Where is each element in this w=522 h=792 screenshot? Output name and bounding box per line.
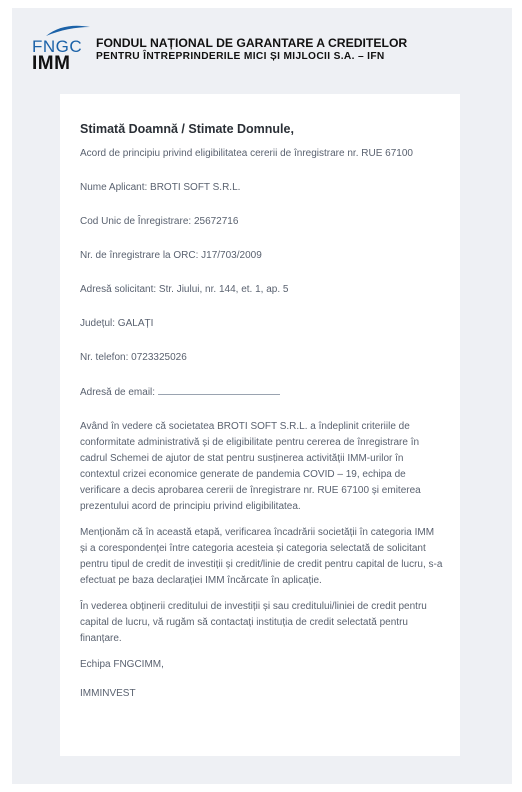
- org-name-line1: FONDUL NAȚIONAL DE GARANTARE A CREDITELO…: [96, 36, 408, 50]
- logo-swoosh-icon: [46, 25, 90, 36]
- signature-program: IMMINVEST: [80, 688, 136, 699]
- paragraph-approval: Având în vedere că societatea BROTI SOFT…: [80, 421, 421, 512]
- applicant-county: Județul: GALAȚI: [80, 318, 154, 329]
- logo-imm-text: IMM: [32, 53, 71, 74]
- applicant-name: Nume Aplicant: BROTI SOFT S.R.L.: [80, 182, 241, 193]
- letterhead: FNGC IMM FONDUL NAȚIONAL DE GARANTARE A …: [26, 22, 504, 74]
- organization-name: FONDUL NAȚIONAL DE GARANTARE A CREDITELO…: [96, 37, 506, 63]
- fngc-logo: FNGC IMM: [32, 24, 106, 74]
- applicant-email: Adresă de email:: [80, 384, 444, 400]
- email-label: Adresă de email:: [80, 387, 156, 398]
- paragraph-verification: Menționăm că în această etapă, verificar…: [80, 527, 443, 586]
- letter-card: Stimată Doamnă / Stimate Domnule, Acord …: [60, 94, 460, 756]
- org-name-line2: PENTRU ÎNTREPRINDERILE MICI ȘI MIJLOCII …: [96, 51, 385, 62]
- letter-body: Stimată Doamnă / Stimate Domnule, Acord …: [80, 122, 444, 715]
- applicant-phone: Nr. telefon: 0723325026: [80, 352, 187, 363]
- company-cui: Cod Unic de Înregistrare: 25672716: [80, 216, 239, 227]
- paragraph-instructions: În vederea obținerii creditului de inves…: [80, 601, 427, 644]
- letter-subject: Acord de principiu privind eligibilitate…: [80, 148, 413, 159]
- orc-number: Nr. de înregistrare la ORC: J17/703/2009: [80, 250, 262, 261]
- email-redacted-line: [158, 384, 281, 395]
- letter-greeting: Stimată Doamnă / Stimate Domnule,: [80, 122, 294, 136]
- applicant-address: Adresă solicitant: Str. Jiului, nr. 144,…: [80, 284, 289, 295]
- signature-team: Echipa FNGCIMM,: [80, 659, 164, 670]
